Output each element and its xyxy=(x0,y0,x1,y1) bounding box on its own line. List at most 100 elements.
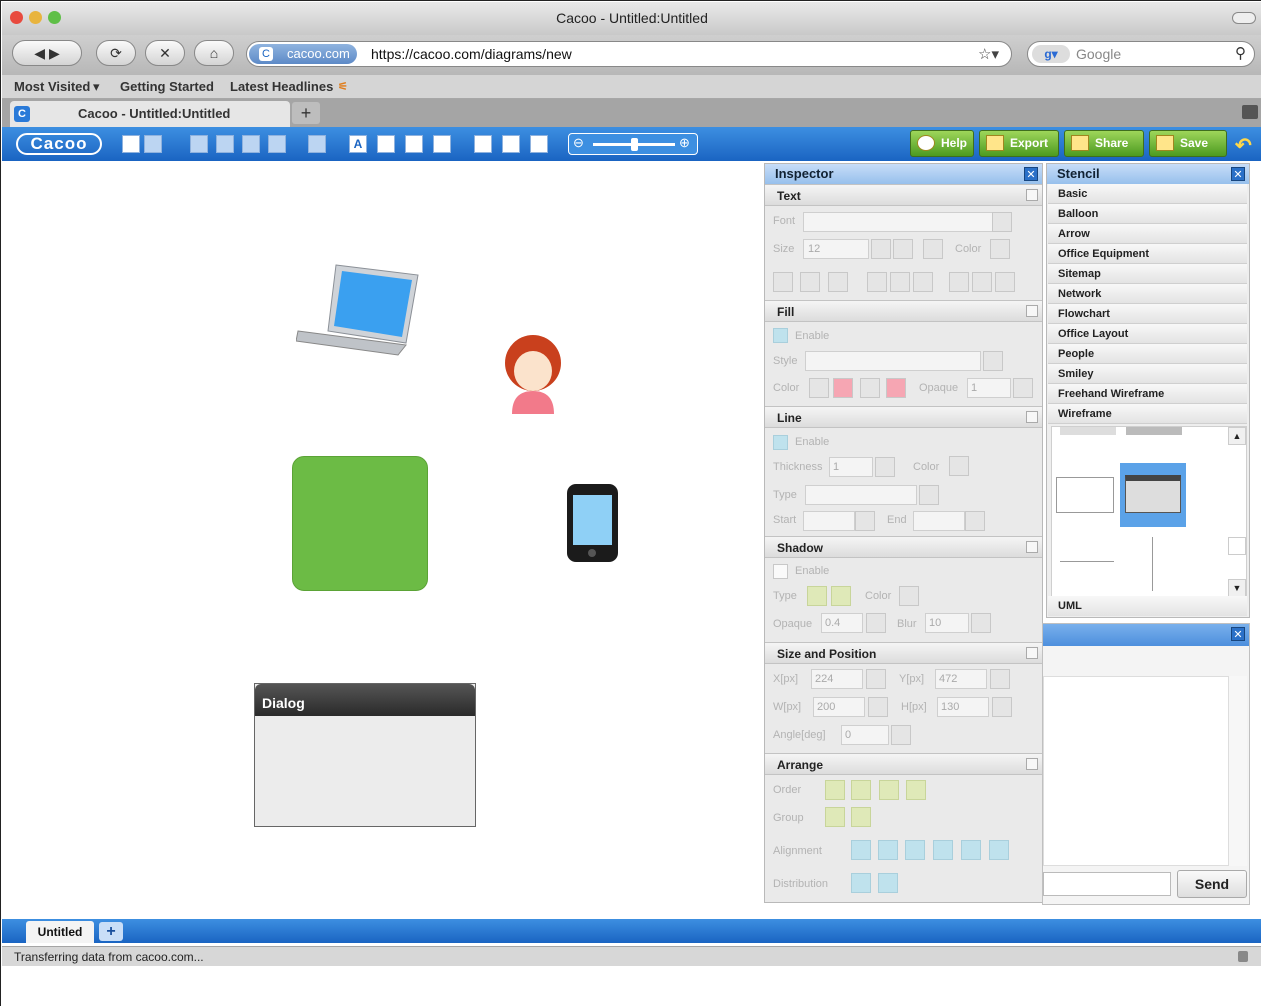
stencil-item-balloon[interactable]: Balloon xyxy=(1048,204,1247,224)
zoom-slider-handle[interactable] xyxy=(631,138,638,151)
distribute-vertical-icon[interactable] xyxy=(878,873,898,893)
size-field[interactable]: 12 xyxy=(803,239,869,259)
section-size-position[interactable]: Size and Position xyxy=(765,642,1042,664)
y-field[interactable]: 472 xyxy=(935,669,987,689)
distribute-horizontal-icon[interactable] xyxy=(851,873,871,893)
minimize-window-icon[interactable] xyxy=(29,11,42,24)
font-grow-icon[interactable] xyxy=(893,239,913,259)
section-shadow[interactable]: Shadow xyxy=(765,536,1042,558)
x-stepper[interactable] xyxy=(866,669,886,689)
bookmark-getting-started[interactable]: Getting Started xyxy=(120,75,214,99)
italic-icon[interactable] xyxy=(800,272,820,292)
grid-icon[interactable] xyxy=(474,135,492,153)
share-button[interactable]: Share xyxy=(1064,130,1144,157)
group-icon[interactable] xyxy=(825,807,845,827)
w-field[interactable]: 200 xyxy=(813,697,865,717)
stencil-item-arrow[interactable]: Arrow xyxy=(1048,224,1247,244)
zoom-window-icon[interactable] xyxy=(48,11,61,24)
info-icon[interactable] xyxy=(530,135,548,153)
google-engine-icon[interactable]: g▾ xyxy=(1032,45,1070,63)
home-icon[interactable]: ⌂ xyxy=(194,40,234,66)
shadow-enable-checkbox[interactable] xyxy=(773,564,788,579)
blur-stepper[interactable] xyxy=(971,613,991,633)
align-shape-2-icon[interactable] xyxy=(878,840,898,860)
section-text[interactable]: Text xyxy=(765,184,1042,206)
thickness-field[interactable]: 1 xyxy=(829,457,873,477)
line-type-dropdown-icon[interactable] xyxy=(919,485,939,505)
close-icon[interactable]: ✕ xyxy=(1024,167,1038,181)
save-button[interactable]: Save xyxy=(1149,130,1227,157)
zoom-out-icon[interactable]: ⊖ xyxy=(573,135,584,151)
stencil-item-wireframe[interactable]: Wireframe xyxy=(1048,404,1247,424)
shadow-opaque-stepper[interactable] xyxy=(866,613,886,633)
line-start-select[interactable] xyxy=(803,511,855,531)
stencil-item-office-layout[interactable]: Office Layout xyxy=(1048,324,1247,344)
fill-color-swatch-2[interactable] xyxy=(833,378,853,398)
tab-cacoo[interactable]: C Cacoo - Untitled:Untitled xyxy=(10,101,290,127)
stencil-item-people[interactable]: People xyxy=(1048,344,1247,364)
align-left-icon[interactable] xyxy=(867,272,887,292)
paste-icon[interactable] xyxy=(242,135,260,153)
ungroup-icon[interactable] xyxy=(851,807,871,827)
close-window-icon[interactable] xyxy=(10,11,23,24)
bookmark-star-icon[interactable]: ☆▾ xyxy=(978,45,999,63)
sticky-note-icon[interactable] xyxy=(308,135,326,153)
text-tool-icon[interactable]: A xyxy=(349,135,367,153)
collapse-icon[interactable] xyxy=(1026,411,1038,423)
camera-icon[interactable] xyxy=(433,135,451,153)
valign-bottom-icon[interactable] xyxy=(995,272,1015,292)
site-identity-button[interactable]: C cacoo.com xyxy=(249,44,357,64)
align-center-icon[interactable] xyxy=(890,272,910,292)
stencil-item-sitemap[interactable]: Sitemap xyxy=(1048,264,1247,284)
angle-stepper[interactable] xyxy=(891,725,911,745)
underline-icon[interactable] xyxy=(828,272,848,292)
fill-color-swatch-1[interactable] xyxy=(809,378,829,398)
stop-icon[interactable]: ✕ xyxy=(145,40,185,66)
collapse-icon[interactable] xyxy=(1026,305,1038,317)
url-text[interactable]: https://cacoo.com/diagrams/new xyxy=(371,42,572,66)
size-dropdown-icon[interactable] xyxy=(871,239,891,259)
cut-icon[interactable] xyxy=(190,135,208,153)
align-shape-6-icon[interactable] xyxy=(989,840,1009,860)
send-button[interactable]: Send xyxy=(1177,870,1247,898)
shadow-color-swatch[interactable] xyxy=(899,586,919,606)
chat-scrollbar[interactable] xyxy=(1229,676,1247,866)
section-line[interactable]: Line xyxy=(765,406,1042,428)
valign-middle-icon[interactable] xyxy=(972,272,992,292)
add-page-button[interactable]: + xyxy=(99,922,123,941)
search-bar[interactable]: g▾ Google ⚲ xyxy=(1027,41,1255,67)
chat-input[interactable] xyxy=(1043,872,1171,896)
scrollbar-thumb[interactable] xyxy=(1228,537,1246,555)
copy-icon[interactable] xyxy=(216,135,234,153)
h-stepper[interactable] xyxy=(992,697,1012,717)
align-shape-5-icon[interactable] xyxy=(961,840,981,860)
scroll-up-icon[interactable]: ▲ xyxy=(1228,427,1246,445)
shape-tool-icon[interactable] xyxy=(405,135,423,153)
toolbar-toggle-icon[interactable] xyxy=(1232,12,1256,24)
stencil-selected-window-thumb[interactable] xyxy=(1120,463,1186,527)
stencil-vline-thumb[interactable] xyxy=(1152,537,1153,591)
text-color-swatch[interactable] xyxy=(990,239,1010,259)
bring-front-icon[interactable] xyxy=(825,780,845,800)
green-rectangle-shape[interactable] xyxy=(292,456,428,591)
reload-icon[interactable]: ⟳ xyxy=(96,40,136,66)
stencil-item-network[interactable]: Network xyxy=(1048,284,1247,304)
zoom-in-icon[interactable]: ⊕ xyxy=(679,135,690,151)
fill-style-dropdown-icon[interactable] xyxy=(983,351,1003,371)
magnifier-icon[interactable]: ⚲ xyxy=(1235,44,1246,62)
send-backward-icon[interactable] xyxy=(879,780,899,800)
angle-field[interactable]: 0 xyxy=(841,725,889,745)
new-tab-button[interactable]: + xyxy=(292,102,320,124)
line-color-swatch[interactable] xyxy=(949,456,969,476)
shadow-opaque-field[interactable]: 0.4 xyxy=(821,613,863,633)
stencil-shape-thumb[interactable] xyxy=(1060,427,1116,435)
blur-field[interactable]: 10 xyxy=(925,613,969,633)
line-end-dropdown-icon[interactable] xyxy=(965,511,985,531)
fill-opaque-stepper[interactable] xyxy=(1013,378,1033,398)
collapse-icon[interactable] xyxy=(1026,647,1038,659)
font-select[interactable] xyxy=(803,212,993,232)
stencil-item-smiley[interactable]: Smiley xyxy=(1048,364,1247,384)
w-stepper[interactable] xyxy=(868,697,888,717)
thickness-stepper[interactable] xyxy=(875,457,895,477)
section-fill[interactable]: Fill xyxy=(765,300,1042,322)
